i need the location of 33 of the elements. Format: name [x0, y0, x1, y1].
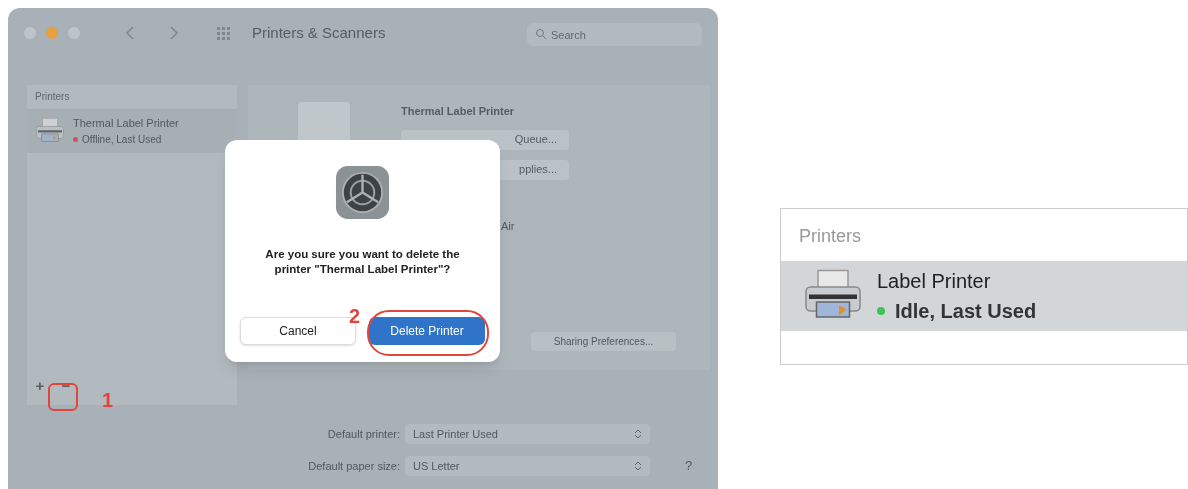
stepper-icon: [634, 460, 642, 472]
printer-item[interactable]: Thermal Label Printer Offline, Last Used: [27, 109, 237, 153]
help-button[interactable]: ?: [685, 456, 693, 476]
setting-label: Default printer:: [326, 426, 400, 442]
popup-menu[interactable]: Last Printer Used: [405, 424, 650, 444]
printer-name: Thermal Label Printer: [73, 116, 179, 132]
printer-icon: [35, 117, 65, 145]
delete-button[interactable]: Delete Printer: [369, 317, 485, 345]
remove-button[interactable]: −: [57, 374, 75, 397]
printer-item[interactable]: Label Printer Idle, Last Used: [781, 261, 1187, 331]
printer-status: Offline, Last Used: [82, 132, 162, 147]
grid-icon[interactable]: [216, 25, 232, 41]
dialog-message: Are you sure you want to delete the printer "Thermal Label Printer"?: [264, 247, 461, 277]
setting-label: Default paper size:: [307, 458, 400, 474]
location-text: Air: [501, 218, 516, 234]
list-header: Printers: [34, 90, 71, 104]
step-number: 1: [102, 388, 114, 413]
list-header: Printers: [798, 225, 862, 248]
gear-icon: [335, 165, 390, 220]
minimize-button[interactable]: [46, 27, 58, 39]
sharing-button[interactable]: Sharing Preferences...: [531, 332, 676, 351]
printer-name: Label Printer: [877, 269, 992, 294]
back-icon[interactable]: [124, 25, 136, 41]
search-icon: [535, 27, 547, 40]
forward-icon[interactable]: [168, 25, 180, 41]
printer-status: Idle, Last Used: [895, 299, 1037, 324]
stepper-icon: [634, 428, 642, 440]
window-title: Printers & Scanners: [252, 22, 386, 43]
search-field[interactable]: Search: [527, 23, 702, 46]
printer-title: Thermal Label Printer: [401, 104, 516, 119]
add-button[interactable]: +: [31, 374, 49, 397]
popup-menu[interactable]: US Letter: [405, 456, 650, 476]
highlight-box: [48, 383, 78, 411]
